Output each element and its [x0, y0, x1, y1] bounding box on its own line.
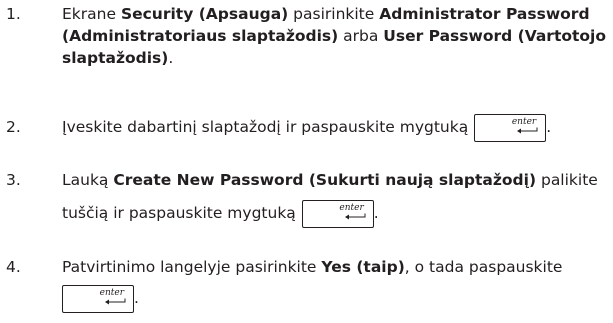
bold-term: (Administratoriaus slaptažodis): [62, 27, 339, 45]
step-text: Įveskite dabartinį slaptažodį ir paspaus…: [62, 108, 610, 146]
enter-key: enter: [474, 113, 547, 142]
text-segment: Lauką: [62, 171, 114, 189]
enter-key-label: enter: [339, 202, 364, 213]
step-text: Ekrane Security (Apsauga) pasirinkite Ad…: [62, 3, 610, 69]
text-segment: , o tada paspauskite: [404, 258, 563, 276]
step-line: Patvirtinimo langelyje pasirinkite Yes (…: [62, 256, 610, 278]
text-segment: .: [546, 118, 552, 136]
text-segment: pasirinkite: [288, 5, 380, 23]
bold-term: slaptažodis): [62, 49, 169, 67]
step-line: tuščią ir paspauskite mygtuką enter.: [62, 193, 610, 233]
text-segment: tuščią ir paspauskite mygtuką: [62, 204, 296, 222]
bold-term: Security (Apsauga): [120, 5, 289, 23]
step-text: Lauką Create New Password (Sukurti naują…: [62, 167, 610, 233]
bold-term: Yes (taip): [321, 258, 405, 276]
step-line: Lauką Create New Password (Sukurti naują…: [62, 167, 610, 193]
step-number: 4.: [6, 258, 21, 276]
bold-term: Create New Password (Sukurti naują slapt…: [113, 171, 537, 189]
enter-key-label: enter: [511, 116, 537, 127]
text-segment: .: [168, 49, 174, 67]
step-line: Įveskite dabartinį slaptažodį ir paspaus…: [62, 108, 610, 146]
step-line: enter.: [62, 278, 610, 318]
bold-term: Administrator Password: [379, 5, 590, 23]
enter-key: enter: [62, 284, 134, 313]
text-segment: .: [134, 289, 139, 307]
step-number: 1.: [6, 5, 21, 23]
enter-key-label: enter: [99, 287, 124, 298]
enter-key: enter: [301, 199, 374, 228]
return-arrow-icon: [517, 127, 538, 133]
text-segment: Patvirtinimo langelyje pasirinkite: [62, 258, 322, 276]
step-line: Ekrane Security (Apsauga) pasirinkite Ad…: [62, 3, 610, 25]
text-segment: .: [373, 204, 379, 222]
step-text: Patvirtinimo langelyje pasirinkite Yes (…: [62, 256, 610, 318]
bold-term: User Password (Vartotojo: [383, 27, 607, 45]
step-number: 3.: [6, 171, 21, 189]
return-arrow-icon: [105, 298, 126, 304]
return-arrow-icon: [344, 213, 366, 219]
step-line: (Administratoriaus slaptažodis) arba Use…: [62, 25, 610, 47]
step-number: 2.: [6, 118, 21, 136]
text-segment: Ekrane: [62, 5, 121, 23]
text-segment: palikite: [536, 171, 598, 189]
text-segment: arba: [338, 27, 384, 45]
step-line: slaptažodis).: [62, 47, 610, 69]
text-segment: Įveskite dabartinį slaptažodį ir paspaus…: [62, 118, 469, 136]
